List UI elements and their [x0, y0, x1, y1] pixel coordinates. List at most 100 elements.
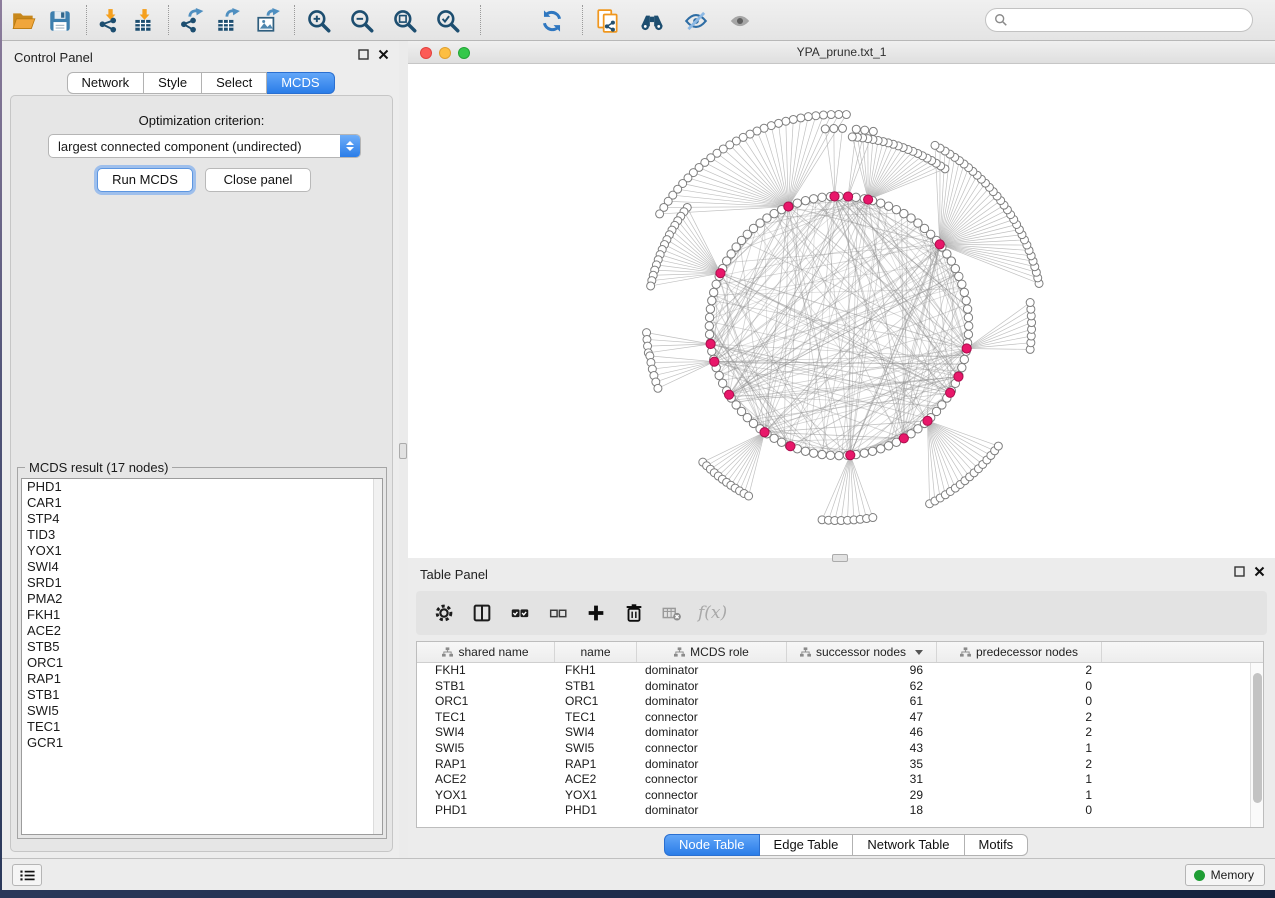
table-row[interactable]: RAP1RAP1dominator352 — [417, 757, 1263, 773]
delete-column-icon[interactable] — [622, 601, 646, 625]
function-builder-icon[interactable]: f(x) — [698, 603, 727, 623]
mcds-result-item[interactable]: FKH1 — [22, 607, 382, 623]
export-image-icon[interactable] — [254, 7, 282, 35]
mcds-result-group: MCDS result (17 nodes) PHD1CAR1STP4TID3Y… — [17, 467, 387, 839]
toolbar-separator — [582, 5, 583, 35]
close-panel-button[interactable]: Close panel — [205, 168, 311, 192]
mcds-result-item[interactable]: GCR1 — [22, 735, 382, 751]
table-row[interactable]: STB1STB1dominator620 — [417, 679, 1263, 695]
tab-select[interactable]: Select — [202, 72, 267, 94]
open-file-icon[interactable] — [10, 7, 38, 35]
table-options-icon[interactable] — [432, 601, 456, 625]
mcds-result-item[interactable]: RAP1 — [22, 671, 382, 687]
criterion-dropdown[interactable]: largest connected component (undirected) — [48, 134, 361, 158]
hide-details-icon[interactable] — [682, 7, 710, 35]
mcds-result-item[interactable]: SWI4 — [22, 559, 382, 575]
column-header-name[interactable]: name — [555, 642, 637, 662]
mcds-result-item[interactable]: SRD1 — [22, 575, 382, 591]
mcds-result-item[interactable]: YOX1 — [22, 543, 382, 559]
table-panel-title: Table Panel — [420, 567, 488, 582]
memory-button[interactable]: Memory — [1185, 864, 1265, 886]
table-cell: 31 — [787, 772, 937, 788]
table-cell: YOX1 — [555, 788, 637, 804]
mcds-result-item[interactable]: TEC1 — [22, 719, 382, 735]
network-search-field[interactable] — [985, 8, 1253, 32]
table-row[interactable]: YOX1YOX1connector291 — [417, 788, 1263, 804]
mcds-result-item[interactable]: STB5 — [22, 639, 382, 655]
unselect-all-icon[interactable] — [546, 601, 570, 625]
table-cell: dominator — [637, 757, 787, 773]
table-cell: 18 — [787, 803, 937, 819]
column-header-successor-nodes[interactable]: successor nodes — [787, 642, 937, 662]
table-cell: 2 — [937, 710, 1102, 726]
table-scrollbar[interactable] — [1250, 663, 1263, 827]
tab-mcds[interactable]: MCDS — [267, 72, 334, 94]
tab-node-table[interactable]: Node Table — [664, 834, 760, 856]
float-panel-icon[interactable] — [1234, 566, 1245, 577]
tab-network-table[interactable]: Network Table — [853, 834, 964, 856]
zoom-selected-icon[interactable] — [434, 7, 462, 35]
tab-style[interactable]: Style — [144, 72, 202, 94]
save-session-icon[interactable] — [46, 7, 74, 35]
mcds-result-item[interactable]: PHD1 — [22, 479, 382, 495]
search-input[interactable] — [1008, 11, 1252, 29]
column-header-mcds-role[interactable]: MCDS role — [637, 642, 787, 662]
table-scrollbar-thumb[interactable] — [1253, 673, 1262, 803]
table-cell: dominator — [637, 725, 787, 741]
show-columns-icon[interactable] — [470, 601, 494, 625]
mcds-result-item[interactable]: TID3 — [22, 527, 382, 543]
mcds-result-item[interactable]: CAR1 — [22, 495, 382, 511]
add-column-icon[interactable] — [584, 601, 608, 625]
table-row[interactable]: ACE2ACE2connector311 — [417, 772, 1263, 788]
task-history-button[interactable] — [12, 864, 42, 886]
table-row[interactable]: PHD1PHD1dominator180 — [417, 803, 1263, 819]
table-row[interactable]: FKH1FKH1dominator962 — [417, 663, 1263, 679]
panel-divider-vertical[interactable] — [399, 41, 408, 858]
export-network-icon[interactable] — [178, 7, 206, 35]
mcds-result-item[interactable]: PMA2 — [22, 591, 382, 607]
zoom-fit-icon[interactable] — [391, 7, 419, 35]
mcds-result-item[interactable]: SWI5 — [22, 703, 382, 719]
table-row[interactable]: SWI5SWI5connector431 — [417, 741, 1263, 757]
network-window-titlebar[interactable]: YPA_prune.txt_1 — [408, 41, 1275, 64]
float-panel-icon[interactable] — [358, 49, 369, 60]
table-cell: 1 — [937, 741, 1102, 757]
memory-label: Memory — [1211, 868, 1254, 882]
table-header-row: shared name name MCDS role successor nod… — [417, 642, 1263, 663]
mcds-result-item[interactable]: STP4 — [22, 511, 382, 527]
mcds-result-item[interactable]: ORC1 — [22, 655, 382, 671]
import-network-icon[interactable] — [96, 7, 124, 35]
table-row[interactable]: ORC1ORC1dominator610 — [417, 694, 1263, 710]
mcds-result-item[interactable]: STB1 — [22, 687, 382, 703]
search-network-icon[interactable] — [638, 7, 666, 35]
node-table: shared name name MCDS role successor nod… — [416, 641, 1264, 828]
divider-grip-horizontal[interactable] — [832, 554, 848, 562]
divider-grip[interactable] — [399, 443, 407, 459]
close-panel-icon[interactable] — [1254, 566, 1265, 577]
tab-network[interactable]: Network — [66, 72, 144, 94]
network-canvas[interactable] — [408, 64, 1275, 558]
list-scrollbar[interactable] — [373, 479, 382, 834]
column-header-predecessor-nodes[interactable]: predecessor nodes — [937, 642, 1102, 662]
column-header-shared-name[interactable]: shared name — [417, 642, 555, 662]
close-panel-icon[interactable] — [378, 49, 389, 60]
refresh-layout-icon[interactable] — [538, 7, 566, 35]
run-mcds-button[interactable]: Run MCDS — [97, 168, 193, 192]
table-row[interactable]: TEC1TEC1connector472 — [417, 710, 1263, 726]
mcds-result-list[interactable]: PHD1CAR1STP4TID3YOX1SWI4SRD1PMA2FKH1ACE2… — [21, 478, 383, 835]
zoom-in-icon[interactable] — [305, 7, 333, 35]
network-graph[interactable] — [408, 64, 1275, 558]
zoom-out-icon[interactable] — [348, 7, 376, 35]
import-table-icon[interactable] — [130, 7, 158, 35]
table-row[interactable]: SWI4SWI4dominator462 — [417, 725, 1263, 741]
network-file-icon[interactable] — [594, 7, 622, 35]
delete-table-icon[interactable] — [660, 601, 684, 625]
export-table-icon[interactable] — [214, 7, 242, 35]
select-all-icon[interactable] — [508, 601, 532, 625]
mcds-result-item[interactable]: ACE2 — [22, 623, 382, 639]
table-cell: STB1 — [417, 679, 555, 695]
show-details-icon[interactable] — [726, 7, 754, 35]
tab-edge-table[interactable]: Edge Table — [760, 834, 854, 856]
tab-motifs[interactable]: Motifs — [965, 834, 1029, 856]
table-cell: SWI4 — [417, 725, 555, 741]
